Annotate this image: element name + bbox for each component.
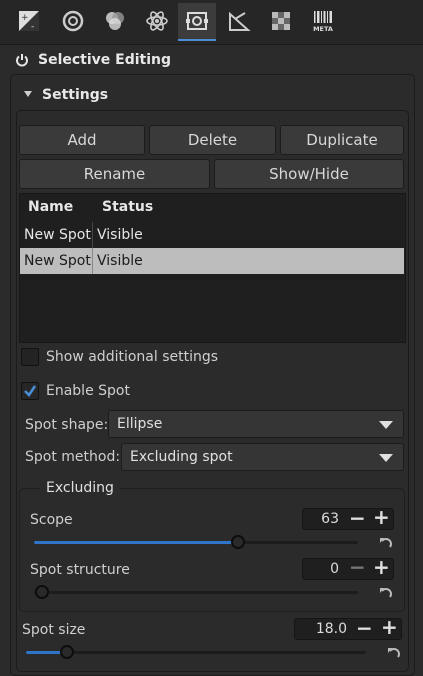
structure-decrement-button[interactable]: −	[349, 557, 366, 577]
svg-text:+: +	[21, 13, 29, 23]
scope-increment-button[interactable]: +	[373, 507, 390, 527]
reset-icon[interactable]	[386, 646, 400, 660]
scope-decrement-button[interactable]: −	[349, 508, 366, 528]
expand-arrow-icon[interactable]	[24, 91, 32, 97]
spot-list[interactable]: Name Status New Spot Visible New Spot Vi…	[19, 193, 406, 343]
raw-icon	[272, 12, 290, 30]
transform-tab[interactable]	[220, 4, 258, 38]
transform-icon	[229, 11, 251, 31]
spot-name: New Spot	[20, 222, 93, 248]
enable-spot-checkbox[interactable]	[21, 382, 39, 400]
exposure-tab[interactable]: + -	[10, 4, 48, 38]
svg-text:META: META	[313, 25, 333, 33]
column-header-name[interactable]: Name	[28, 199, 73, 215]
structure-increment-button[interactable]: +	[373, 557, 390, 577]
reset-icon[interactable]	[378, 586, 392, 600]
spot-method-label: Spot method:	[25, 449, 121, 465]
checkmark-icon	[24, 385, 37, 397]
chevron-down-icon	[379, 454, 393, 462]
tool-tabs-bar: + - META	[0, 0, 423, 45]
raw-tab[interactable]	[262, 4, 300, 38]
chevron-down-icon	[379, 421, 393, 429]
structure-slider-handle[interactable]	[35, 585, 49, 599]
spot-size-slider-track[interactable]	[26, 651, 366, 654]
show-additional-checkbox[interactable]	[21, 348, 39, 366]
advanced-icon	[146, 11, 168, 31]
show-additional-label: Show additional settings	[46, 349, 219, 365]
scope-slider-fill	[34, 541, 239, 544]
add-button[interactable]: Add	[19, 125, 145, 155]
color-icon	[106, 12, 124, 30]
reset-icon[interactable]	[378, 536, 392, 550]
exposure-icon: +-	[19, 11, 39, 32]
spot-size-slider-handle[interactable]	[59, 645, 74, 659]
excluding-title: Excluding	[40, 480, 120, 496]
svg-text:-: -	[31, 22, 34, 32]
enable-spot-label: Enable Spot	[46, 383, 130, 399]
local-adjustments-tab[interactable]	[178, 3, 216, 41]
scope-label: Scope	[30, 512, 73, 528]
spot-method-select[interactable]: Excluding spot	[121, 443, 404, 471]
metadata-icon: META	[313, 11, 333, 33]
rename-button[interactable]: Rename	[19, 159, 210, 189]
detail-tab[interactable]	[54, 4, 92, 38]
local-adjustments-icon	[186, 12, 208, 30]
spot-shape-label: Spot shape:	[25, 417, 109, 433]
detail-icon	[62, 10, 84, 32]
scope-value[interactable]: 63	[305, 511, 339, 527]
structure-slider-track[interactable]	[34, 591, 358, 594]
table-row[interactable]: New Spot Visible	[20, 222, 404, 248]
metadata-tab[interactable]: META	[304, 4, 342, 38]
spot-name: New Spot	[20, 248, 93, 274]
advanced-tab[interactable]	[138, 4, 176, 38]
spot-size-label: Spot size	[22, 622, 86, 638]
spot-structure-label: Spot structure	[30, 562, 130, 578]
table-row-selected[interactable]: New Spot Visible	[20, 248, 404, 274]
show-hide-button[interactable]: Show/Hide	[214, 159, 404, 189]
panel-header[interactable]: Selective Editing	[0, 46, 423, 74]
spot-size-increment-button[interactable]: +	[381, 617, 398, 637]
settings-title: Settings	[42, 87, 109, 103]
structure-value[interactable]: 0	[305, 561, 339, 577]
scope-slider-handle[interactable]	[231, 535, 246, 549]
delete-button[interactable]: Delete	[149, 125, 276, 155]
spot-size-value[interactable]: 18.0	[297, 621, 347, 637]
spot-status: Visible	[97, 253, 143, 269]
duplicate-button[interactable]: Duplicate	[280, 125, 404, 155]
power-icon[interactable]	[15, 53, 29, 67]
spot-size-decrement-button[interactable]: −	[356, 618, 373, 638]
color-tab[interactable]	[96, 4, 134, 38]
column-header-status[interactable]: Status	[102, 199, 153, 215]
panel-title: Selective Editing	[38, 52, 172, 68]
spot-status: Visible	[97, 227, 143, 243]
spot-shape-value: Ellipse	[117, 416, 163, 432]
spot-method-value: Excluding spot	[130, 449, 233, 465]
spot-shape-select[interactable]: Ellipse	[108, 410, 404, 438]
settings-header[interactable]: Settings	[20, 83, 400, 107]
